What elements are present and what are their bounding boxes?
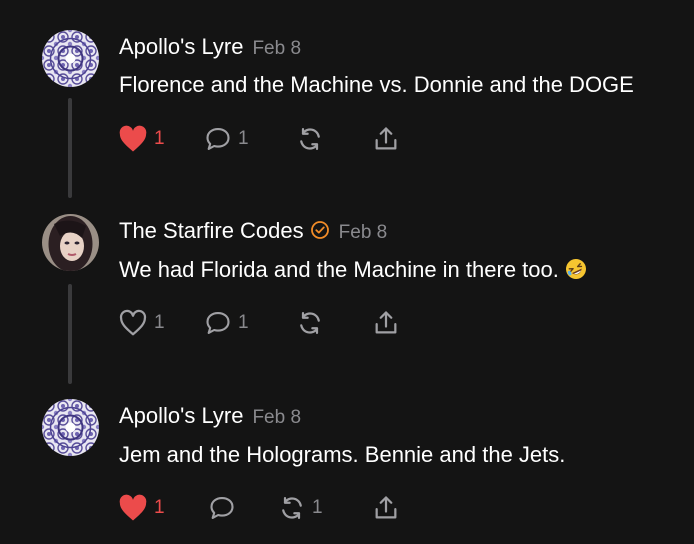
restack-count: 1 xyxy=(312,497,323,518)
post-text: We had Florida and the Machine in there … xyxy=(119,257,559,282)
fractal-avatar-icon xyxy=(42,399,99,456)
avatar[interactable] xyxy=(42,30,99,87)
restack-button[interactable] xyxy=(296,124,330,154)
post-date[interactable]: Feb 8 xyxy=(252,38,301,59)
comment-icon xyxy=(210,497,234,519)
thread-line xyxy=(68,98,72,198)
post-date[interactable]: Feb 8 xyxy=(252,407,301,428)
author-line: The Starfire Codes Feb 8 xyxy=(119,218,387,244)
thread-line xyxy=(68,284,72,384)
author-line: Apollo's Lyre Feb 8 xyxy=(119,403,301,429)
share-button[interactable] xyxy=(372,124,400,154)
heart-outline-icon xyxy=(119,309,147,336)
restack-button[interactable] xyxy=(296,308,330,338)
avatar[interactable] xyxy=(42,399,99,456)
comment-count: 1 xyxy=(238,312,249,333)
author-line: Apollo's Lyre Feb 8 xyxy=(119,34,301,60)
author-name[interactable]: Apollo's Lyre xyxy=(119,34,243,59)
verified-badge-icon xyxy=(310,221,329,239)
comment-icon xyxy=(206,312,230,334)
post-text: Florence and the Machine vs. Donnie and … xyxy=(119,72,634,97)
comment-icon xyxy=(206,128,230,150)
action-bar: 1 1 xyxy=(118,493,418,523)
like-count: 1 xyxy=(154,312,165,333)
fractal-avatar-icon xyxy=(42,30,99,87)
comment-count: 1 xyxy=(238,128,249,149)
post-date[interactable]: Feb 8 xyxy=(339,222,388,243)
portrait-avatar-icon xyxy=(42,214,99,271)
like-button[interactable]: 1 xyxy=(118,124,165,154)
like-button[interactable]: 1 xyxy=(118,493,165,523)
restack-icon xyxy=(300,127,320,151)
action-bar: 1 1 xyxy=(118,124,418,154)
post-text-line: We had Florida and the Machine in there … xyxy=(119,257,587,283)
comment-thread: Apollo's Lyre Feb 8 Florence and the Mach… xyxy=(0,0,694,544)
restack-icon xyxy=(282,496,302,520)
avatar[interactable] xyxy=(42,214,99,271)
share-icon xyxy=(375,127,397,150)
share-icon xyxy=(375,311,397,334)
share-button[interactable] xyxy=(372,493,400,523)
author-name[interactable]: Apollo's Lyre xyxy=(119,403,243,428)
action-bar: 1 1 xyxy=(118,308,418,338)
heart-filled-icon xyxy=(119,125,147,152)
share-icon xyxy=(375,496,397,519)
like-count: 1 xyxy=(154,128,165,149)
share-button[interactable] xyxy=(372,308,400,338)
like-button[interactable]: 1 xyxy=(118,308,165,338)
comment-button[interactable]: 1 xyxy=(204,308,249,338)
author-name[interactable]: The Starfire Codes xyxy=(119,218,304,243)
comment-button[interactable]: 1 xyxy=(204,124,249,154)
post-text: Jem and the Holograms. Bennie and the Je… xyxy=(119,442,566,467)
heart-filled-icon xyxy=(119,494,147,521)
comment-button[interactable] xyxy=(208,493,242,523)
rolling-on-floor-laughing-emoji xyxy=(565,259,586,279)
like-count: 1 xyxy=(154,497,165,518)
restack-button[interactable]: 1 xyxy=(278,493,323,523)
restack-icon xyxy=(300,311,320,335)
